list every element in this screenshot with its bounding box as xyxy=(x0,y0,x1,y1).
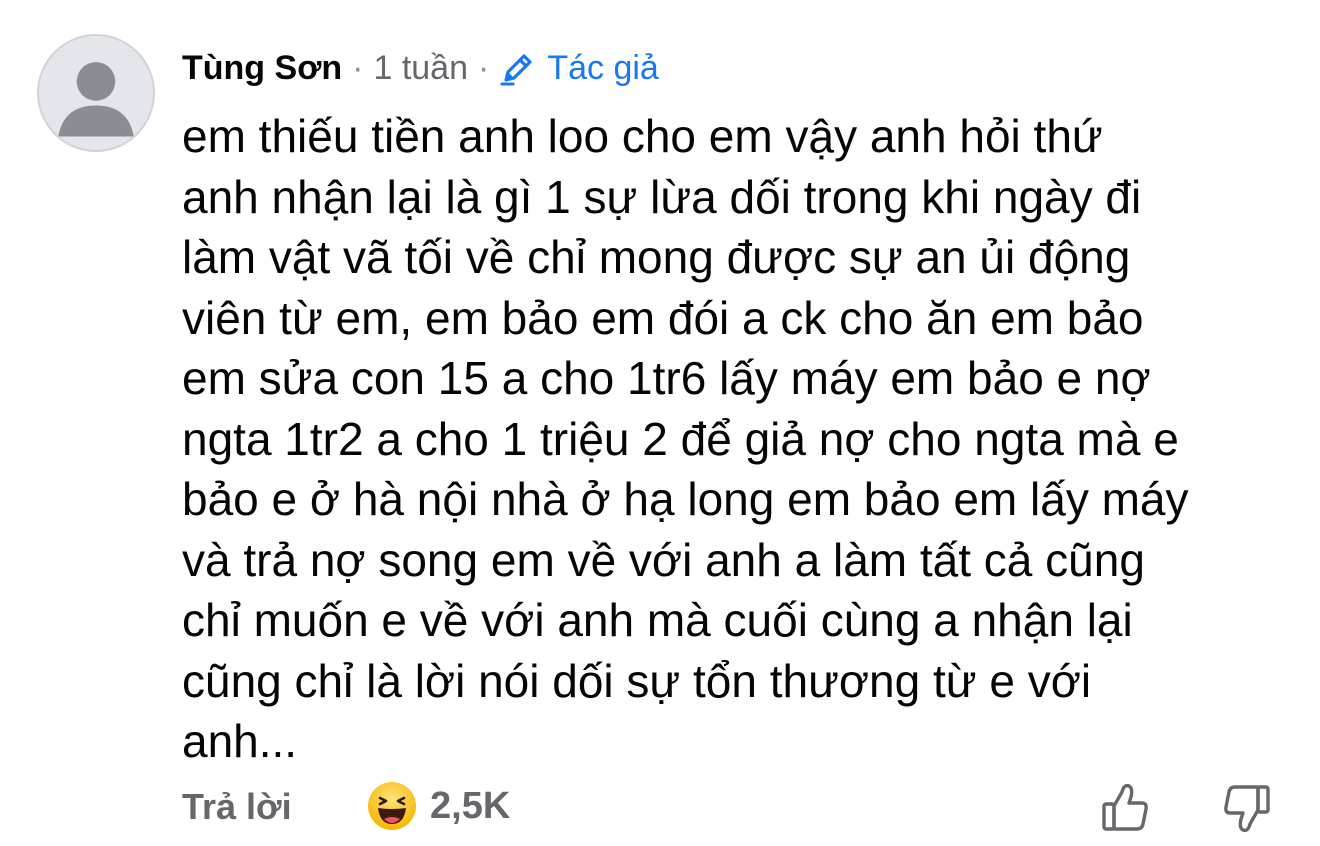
separator-dot: · xyxy=(478,48,490,87)
comment-actions: Trả lời 2,5K xyxy=(0,772,1320,842)
thumbs-down-icon xyxy=(1224,785,1270,833)
dislike-button[interactable] xyxy=(1222,782,1272,836)
comment-header: Tùng Sơn · 1 tuần · Tác giả xyxy=(182,44,659,92)
separator-dot: · xyxy=(352,48,364,87)
author-badge-label: Tác giả xyxy=(547,48,659,87)
avatar[interactable] xyxy=(37,34,155,152)
pencil-icon xyxy=(500,54,532,86)
reply-button[interactable]: Trả lời xyxy=(182,786,292,828)
haha-emoji-icon xyxy=(368,782,416,830)
reaction-summary[interactable]: 2,5K xyxy=(366,780,510,832)
thumbs-up-icon xyxy=(1102,783,1148,831)
author-badge: Tác giả xyxy=(499,49,659,88)
comment-time[interactable]: 1 tuần xyxy=(373,49,468,88)
author-name[interactable]: Tùng Sơn xyxy=(182,49,342,88)
default-avatar-icon xyxy=(58,62,134,137)
comment-body: em thiếu tiền anh loo cho em vậy anh hỏi… xyxy=(182,110,1189,767)
reaction-count: 2,5K xyxy=(430,784,511,827)
like-button[interactable] xyxy=(1100,780,1150,834)
